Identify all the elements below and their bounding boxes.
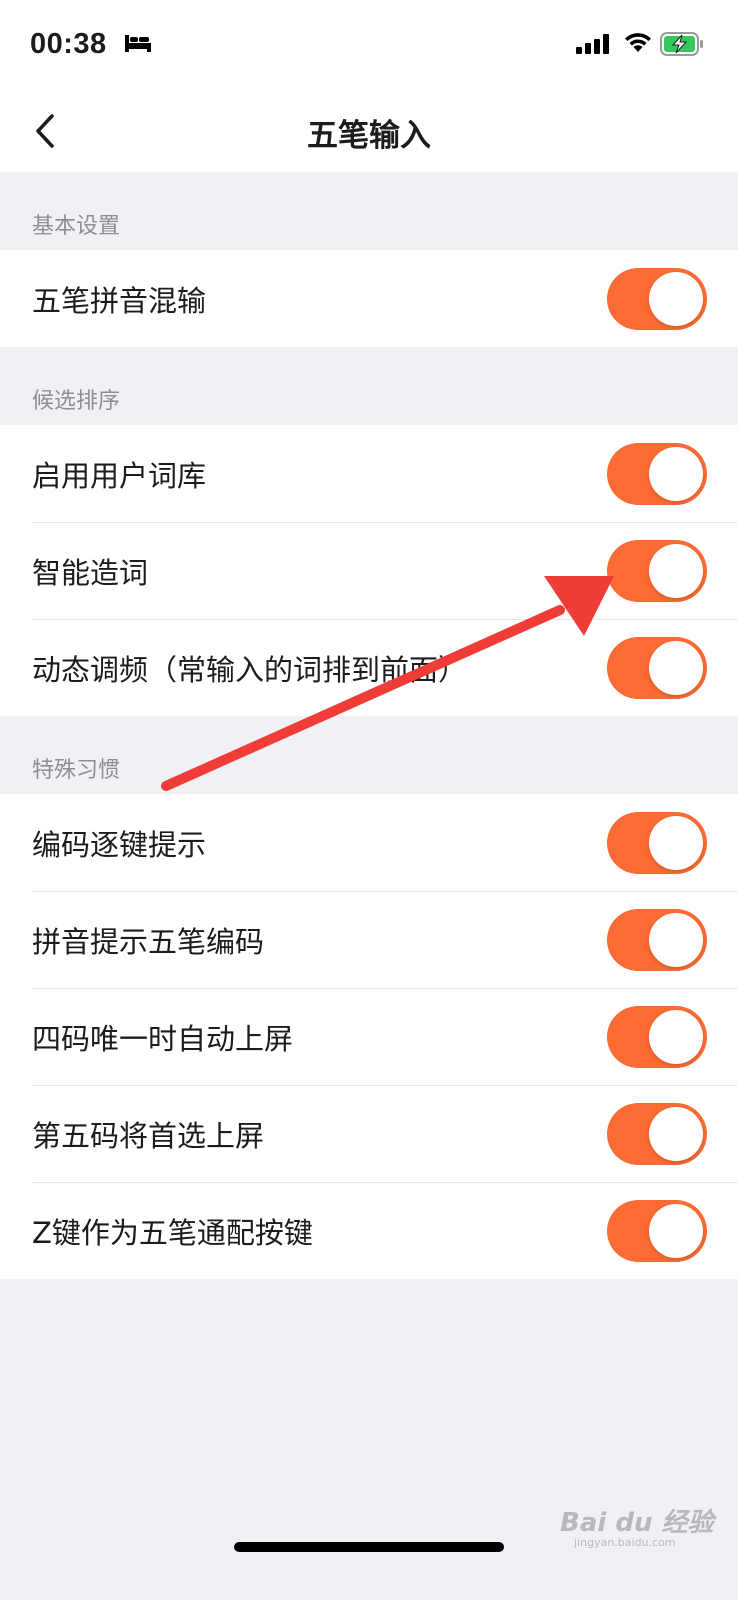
setting-label: Z键作为五笔通配按键: [32, 1215, 313, 1250]
bed-icon: [124, 33, 152, 57]
setting-row-z-wildcard-key: Z键作为五笔通配按键: [0, 1182, 738, 1279]
home-indicator[interactable]: [234, 1542, 504, 1552]
toggle-knob: [649, 446, 703, 501]
setting-label: 动态调频（常输入的词排到前面）: [32, 652, 468, 687]
setting-label: 第五码将首选上屏: [32, 1118, 265, 1153]
wifi-icon: [623, 30, 653, 58]
baidu-watermark: Bai du 经验 jingyan.baidu.com: [560, 1502, 714, 1549]
status-time: 00:38: [30, 28, 107, 60]
settings-group-basic: 五笔拼音混输: [0, 250, 738, 347]
toggle-dynamic-frequency[interactable]: [607, 636, 707, 699]
toggle-knob: [649, 271, 703, 326]
toggle-fifth-code-commit[interactable]: [607, 1102, 707, 1165]
status-bar: 00:38: [0, 0, 738, 90]
setting-row-wubi-pinyin-mix: 五笔拼音混输: [0, 250, 738, 347]
setting-row-pinyin-wubi-hint: 拼音提示五笔编码: [0, 891, 738, 988]
battery-charging-icon: [660, 32, 704, 60]
toggle-pinyin-wubi-hint[interactable]: [607, 908, 707, 971]
setting-label: 智能造词: [32, 555, 149, 590]
toggle-four-code-auto-commit[interactable]: [607, 1005, 707, 1068]
setting-row-four-code-auto-commit: 四码唯一时自动上屏: [0, 988, 738, 1085]
setting-row-user-dictionary: 启用用户词库: [0, 425, 738, 522]
section-header-label: 特殊习惯: [32, 758, 121, 783]
setting-row-per-key-hint: 编码逐键提示: [0, 794, 738, 891]
toggle-knob: [649, 815, 703, 870]
settings-group-special-habits: 编码逐键提示 拼音提示五笔编码 四码唯一时自动上屏 第五码将首选上屏 Z键作为五…: [0, 794, 738, 1279]
toggle-user-dictionary[interactable]: [607, 442, 707, 505]
page-title: 五笔输入: [307, 118, 431, 154]
setting-row-fifth-code-commit: 第五码将首选上屏: [0, 1085, 738, 1182]
section-header-label: 候选排序: [32, 389, 121, 414]
section-header-candidate-order: 候选排序: [0, 347, 738, 425]
toggle-knob: [649, 912, 703, 967]
setting-row-smart-word-creation: 智能造词: [0, 522, 738, 619]
setting-row-dynamic-frequency: 动态调频（常输入的词排到前面）: [0, 619, 738, 716]
watermark-brand: Bai du 经验: [560, 1508, 714, 1538]
setting-label: 四码唯一时自动上屏: [32, 1021, 294, 1056]
nav-bar: 五笔输入: [0, 90, 738, 172]
toggle-wubi-pinyin-mix[interactable]: [607, 267, 707, 330]
watermark-sub: jingyan.baidu.com: [574, 1536, 676, 1549]
toggle-knob: [649, 1009, 703, 1064]
setting-label: 五笔拼音混输: [32, 283, 207, 318]
toggle-knob: [649, 1203, 703, 1258]
section-header-special-habits: 特殊习惯: [0, 716, 738, 794]
toggle-knob: [649, 543, 703, 598]
setting-label: 编码逐键提示: [32, 827, 207, 862]
toggle-z-wildcard-key[interactable]: [607, 1199, 707, 1262]
toggle-per-key-hint[interactable]: [607, 811, 707, 874]
section-header-label: 基本设置: [32, 214, 121, 239]
toggle-knob: [649, 640, 703, 695]
signal-icon: [576, 34, 612, 58]
settings-group-candidate-order: 启用用户词库 智能造词 动态调频（常输入的词排到前面）: [0, 425, 738, 716]
toggle-knob: [649, 1106, 703, 1161]
setting-label: 拼音提示五笔编码: [32, 924, 265, 959]
toggle-smart-word-creation[interactable]: [607, 539, 707, 602]
setting-label: 启用用户词库: [32, 458, 207, 493]
section-header-basic: 基本设置: [0, 172, 738, 250]
